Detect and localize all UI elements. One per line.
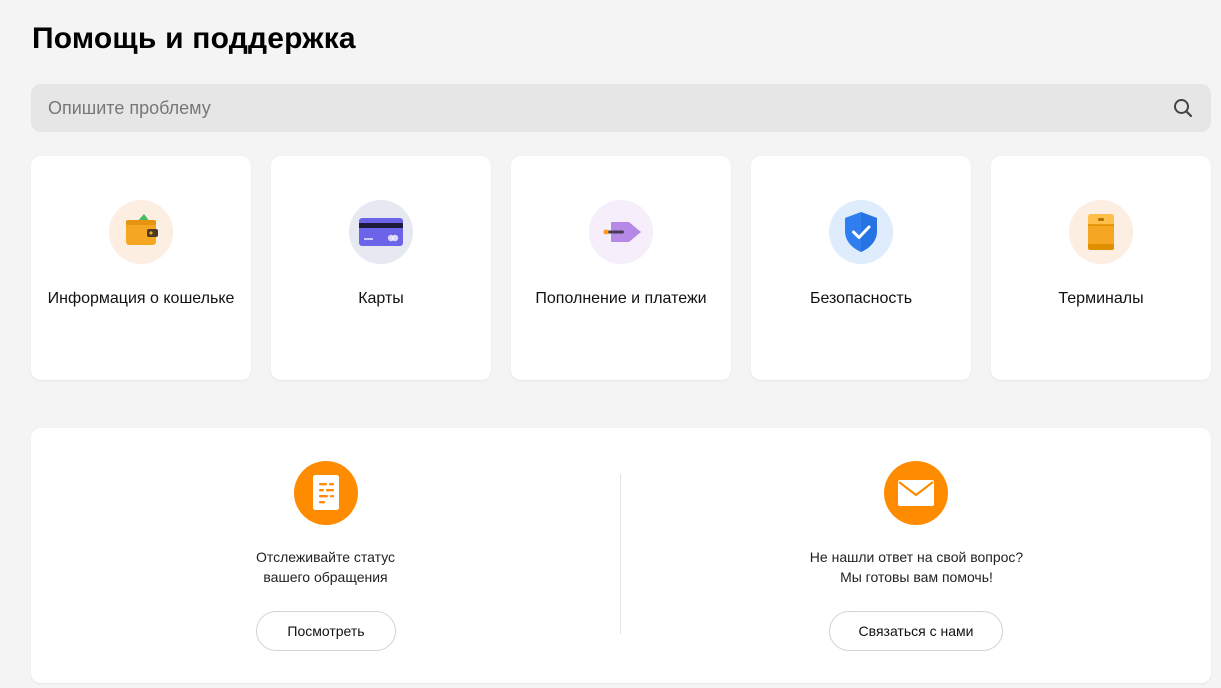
contact-us-button[interactable]: Связаться с нами: [829, 611, 1003, 651]
contact-section: Не нашли ответ на свой вопрос? Мы готовы…: [622, 428, 1211, 683]
divider: [620, 474, 621, 634]
support-panel: Отслеживайте статус вашего обращения Пос…: [31, 428, 1211, 683]
category-label: Карты: [358, 290, 404, 307]
search-icon[interactable]: [1173, 98, 1193, 118]
category-card-payments[interactable]: Пополнение и платежи: [511, 156, 731, 380]
terminal-box-icon: [1069, 200, 1133, 264]
category-label: Информация о кошельке: [47, 290, 235, 307]
category-card-cards[interactable]: Карты: [271, 156, 491, 380]
payment-tag-icon: [589, 200, 653, 264]
status-section: Отслеживайте статус вашего обращения Пос…: [31, 428, 620, 683]
category-card-wallet[interactable]: Информация о кошельке: [31, 156, 251, 380]
shield-check-icon: [829, 200, 893, 264]
category-card-terminals[interactable]: Терминалы: [991, 156, 1211, 380]
view-status-button[interactable]: Посмотреть: [256, 611, 396, 651]
wallet-icon: [109, 200, 173, 264]
credit-card-icon: [349, 200, 413, 264]
page-title: Помощь и поддержка: [32, 22, 356, 55]
document-icon: [294, 461, 358, 525]
category-label: Безопасность: [809, 290, 913, 307]
status-text: Отслеживайте статус вашего обращения: [255, 549, 396, 585]
search-bar: [31, 84, 1211, 132]
search-input[interactable]: [31, 84, 1211, 132]
envelope-icon: [884, 461, 948, 525]
category-card-security[interactable]: Безопасность: [751, 156, 971, 380]
contact-text: Не нашли ответ на свой вопрос? Мы готовы…: [809, 549, 1024, 585]
category-label: Терминалы: [1058, 290, 1144, 307]
category-label: Пополнение и платежи: [535, 290, 707, 307]
